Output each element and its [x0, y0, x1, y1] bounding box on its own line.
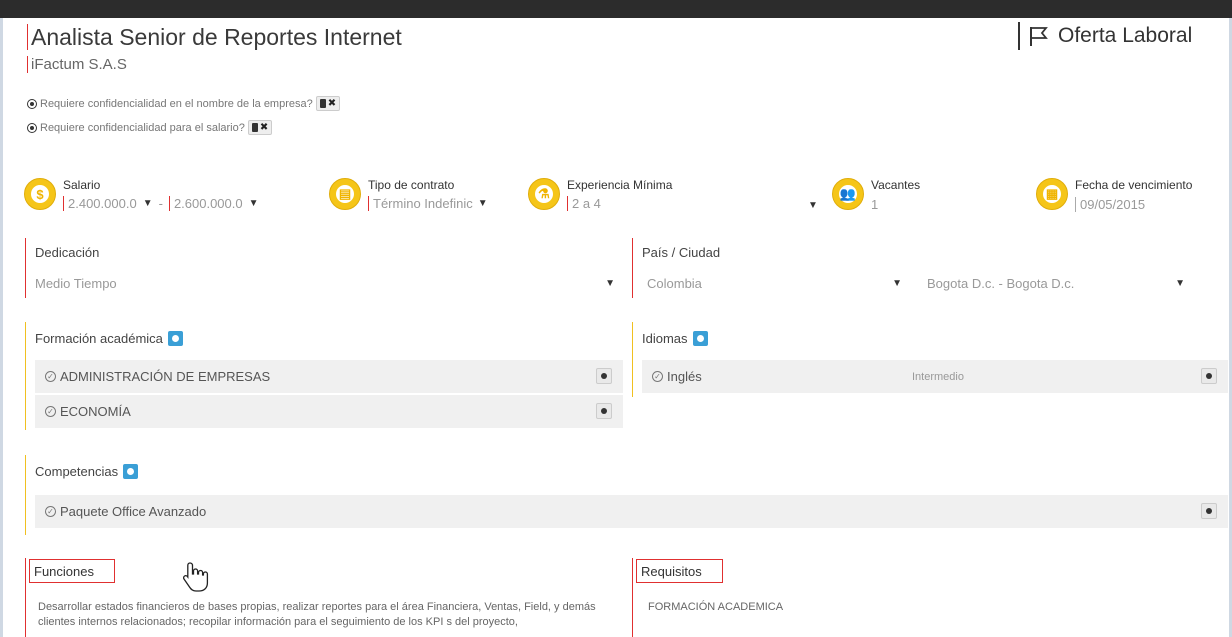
- add-competency-button[interactable]: [123, 464, 139, 479]
- salary-label: Salario: [63, 178, 101, 192]
- check-circle-icon: ✓: [652, 371, 663, 382]
- radio-icon[interactable]: [27, 122, 37, 133]
- job-title: Analista Senior de Reportes Internet: [27, 24, 402, 50]
- experience-label: Experiencia Mínima: [567, 178, 673, 192]
- chevron-down-icon: ▼: [892, 278, 902, 289]
- hand-pointer-icon: [182, 562, 209, 592]
- salary-max-select[interactable]: 2.600.000.0: [168, 196, 243, 211]
- functions-label: Funciones: [29, 559, 115, 583]
- flask-icon: ⚗: [528, 178, 560, 210]
- chevron-down-icon: ▼: [1175, 278, 1185, 289]
- functions-accent: [25, 558, 26, 637]
- company-confidentiality-toggle[interactable]: ✖: [315, 96, 341, 111]
- list-item: ✓ Inglés Intermedio: [642, 360, 1228, 393]
- calendar-icon: ▦: [1036, 178, 1068, 210]
- languages-header: Idiomas: [642, 331, 708, 346]
- education-header: Formación académica: [35, 331, 183, 346]
- requirements-accent: [632, 558, 633, 637]
- chevron-down-icon[interactable]: ▼: [143, 198, 153, 209]
- salary-confidentiality-row: Requiere confidencialidad para el salari…: [27, 120, 273, 135]
- dedication-label: Dedicación: [35, 245, 100, 260]
- salary-confidentiality-label: Requiere confidencialidad para el salari…: [40, 121, 245, 134]
- add-language-button[interactable]: [692, 331, 708, 346]
- offer-header: Oferta Laboral: [1018, 22, 1192, 50]
- requirements-text: FORMACIÓN ACADEMICA: [648, 601, 784, 613]
- vacancies-value[interactable]: 1: [871, 196, 878, 214]
- remove-competency-button[interactable]: [1201, 503, 1217, 519]
- check-circle-icon: ✓: [45, 406, 56, 417]
- languages-accent: [632, 322, 633, 397]
- dedication-accent: [25, 238, 26, 298]
- toggle-knob-icon: [251, 123, 258, 132]
- location-accent: [632, 238, 633, 298]
- contract-select[interactable]: Término Indefinic ▼: [368, 196, 488, 211]
- list-item: ✓ Paquete Office Avanzado: [35, 495, 1228, 528]
- salary-min-select[interactable]: 2.400.000.0: [63, 196, 137, 211]
- city-select[interactable]: Bogota D.c. - Bogota D.c. ▼: [927, 276, 1185, 291]
- remove-education-button[interactable]: [596, 403, 612, 419]
- window-top-bar: [0, 0, 1232, 18]
- salary-icon: $: [24, 178, 56, 210]
- dedication-select[interactable]: Medio Tiempo ▼: [35, 276, 615, 291]
- salary-confidentiality-toggle[interactable]: ✖: [247, 120, 273, 135]
- chevron-down-icon[interactable]: ▼: [478, 198, 488, 209]
- company-confidentiality-label: Requiere confidencialidad en el nombre d…: [40, 97, 313, 110]
- list-item: ✓ ADMINISTRACIÓN DE EMPRESAS: [35, 360, 623, 393]
- expiry-label: Fecha de vencimiento: [1075, 178, 1193, 192]
- remove-language-button[interactable]: [1201, 368, 1217, 384]
- chevron-down-icon[interactable]: ▼: [249, 198, 259, 209]
- expiry-date-field[interactable]: 09/05/2015: [1075, 196, 1146, 214]
- experience-select[interactable]: 2 a 4: [567, 196, 601, 211]
- users-icon: 👥: [832, 178, 864, 210]
- radio-icon[interactable]: [27, 98, 37, 109]
- competencies-label: Competencias: [35, 464, 119, 479]
- offer-label: Oferta Laboral: [1058, 24, 1193, 47]
- contract-icon: ▤: [329, 178, 361, 210]
- vacancies-label: Vacantes: [871, 178, 921, 192]
- check-circle-icon: ✓: [45, 371, 56, 382]
- salary-range: 2.400.000.0 ▼ - 2.600.000.0 ▼: [63, 196, 259, 211]
- education-accent: [25, 322, 26, 430]
- chevron-down-icon[interactable]: ▼: [808, 200, 818, 211]
- company-confidentiality-row: Requiere confidencialidad en el nombre d…: [27, 96, 341, 111]
- competencies-header: Competencias: [35, 464, 139, 479]
- remove-education-button[interactable]: [596, 368, 612, 384]
- requirements-label: Requisitos: [636, 559, 723, 583]
- flag-icon: [1030, 27, 1048, 46]
- country-select[interactable]: Colombia ▼: [647, 276, 902, 291]
- left-frame: [0, 18, 3, 637]
- add-education-button[interactable]: [167, 331, 183, 346]
- toggle-knob-icon: [319, 99, 326, 108]
- contract-label: Tipo de contrato: [368, 178, 455, 192]
- functions-text: Desarrollar estados financieros de bases…: [38, 601, 596, 628]
- check-circle-icon: ✓: [45, 506, 56, 517]
- company-name: iFactum S.A.S: [27, 56, 127, 73]
- location-label: País / Ciudad: [642, 245, 721, 260]
- range-dash: -: [158, 196, 163, 211]
- competencies-accent: [25, 455, 26, 535]
- list-item: ✓ ECONOMÍA: [35, 395, 623, 428]
- languages-label: Idiomas: [642, 331, 688, 346]
- education-label: Formación académica: [35, 331, 163, 346]
- chevron-down-icon: ▼: [605, 278, 615, 289]
